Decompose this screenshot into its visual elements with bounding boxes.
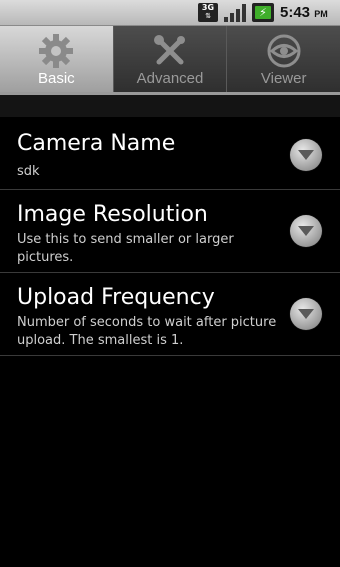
setting-summary: sdk [17, 164, 40, 179]
setting-summary: Use this to send smaller or larger pictu… [17, 232, 234, 265]
settings-list: Camera Name sdk Image Resolution Use thi… [0, 117, 340, 356]
dropdown-arrow-icon[interactable] [290, 215, 322, 247]
tab-viewer[interactable]: Viewer [227, 26, 340, 92]
dropdown-arrow-icon[interactable] [290, 139, 322, 171]
tab-advanced-label: Advanced [136, 70, 204, 87]
status-bar: 3G ⇅ ⚡ 5:43 PM [0, 0, 340, 26]
setting-title: Camera Name [17, 131, 176, 156]
setting-image-resolution[interactable]: Image Resolution Use this to send smalle… [0, 190, 340, 273]
clock-time: 5:43 [280, 4, 311, 21]
tab-basic-label: Basic [37, 70, 75, 87]
signal-strength-icon [224, 3, 246, 22]
tab-bar: Basic Advanced Viewer [0, 26, 340, 92]
setting-title: Image Resolution [17, 202, 208, 227]
status-clock: 5:43 PM [280, 3, 328, 24]
clock-ampm: PM [314, 9, 328, 19]
setting-summary: Number of seconds to wait after picture … [17, 315, 277, 348]
eye-icon [267, 34, 301, 68]
tools-icon [154, 35, 185, 65]
setting-title: Upload Frequency [17, 285, 215, 310]
setting-upload-frequency[interactable]: Upload Frequency Number of seconds to wa… [0, 273, 340, 356]
header-band [0, 95, 340, 117]
tab-advanced[interactable]: Advanced [113, 26, 228, 92]
data-arrows-icon: ⇅ [205, 12, 211, 20]
tab-viewer-label: Viewer [260, 70, 307, 87]
tab-basic[interactable]: Basic [0, 26, 114, 92]
setting-camera-name[interactable]: Camera Name sdk [0, 117, 340, 190]
dropdown-arrow-icon[interactable] [290, 298, 322, 330]
network-type-label: 3G [201, 3, 215, 12]
gear-icon [39, 34, 74, 68]
app-screen: 3G ⇅ ⚡ 5:43 PM Basic Advanced Viewer Cam… [0, 0, 340, 567]
network-3g-icon: 3G ⇅ [198, 3, 218, 22]
battery-charging-icon: ⚡ [252, 3, 274, 22]
